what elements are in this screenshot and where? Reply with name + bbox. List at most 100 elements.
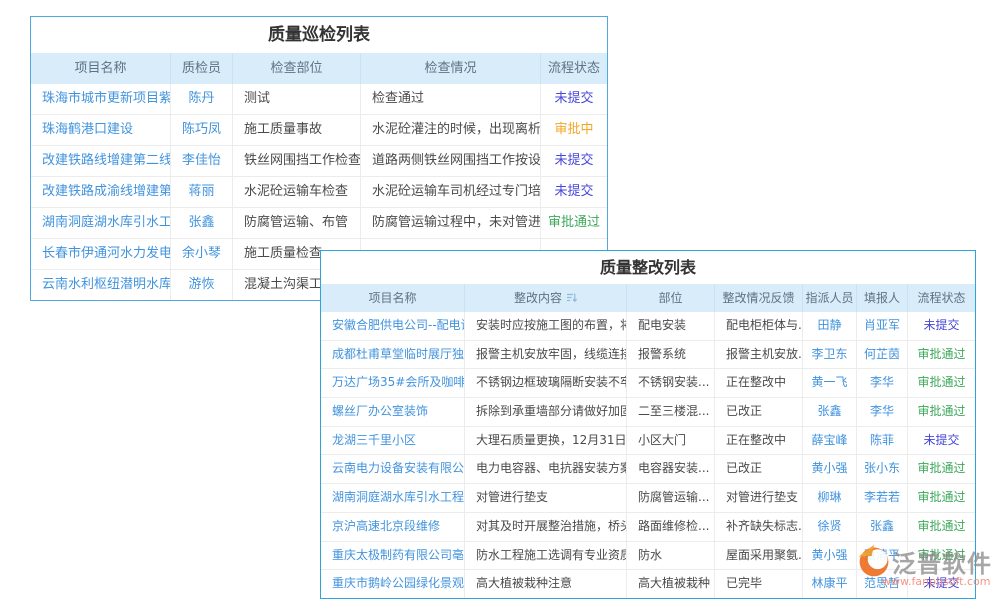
cell-project-name[interactable]: 安徽合肥供电公司--配电设备... [321,312,464,340]
table-row[interactable]: 安徽合肥供电公司--配电设备...安装时应按施工图的布置，将...配电安装配电柜… [321,312,975,341]
sort-icon[interactable] [566,285,577,312]
cell-assignee[interactable]: 柳琳 [802,484,856,512]
table-row[interactable]: 京沪高速北京段维修对其及时开展整治措施，桥头...路面维修检...补齐缺失标志.… [321,513,975,542]
cell-project-name[interactable]: 重庆太极制药有限公司亳州中... [321,542,464,570]
table-row[interactable]: 改建铁路线增建第二线...李佳怡铁丝网围挡工作检查道路两侧铁丝网围挡工作按设计.… [31,146,607,177]
inspection-table-title: 质量巡检列表 [31,17,607,53]
cell-inspector[interactable]: 陈巧凤 [170,115,232,145]
column-header-rectify-content: 整改内容 [464,284,626,312]
cell-reporter[interactable]: 张小东 [856,455,907,483]
cell-status: 审批通过 [907,484,975,512]
table-row[interactable]: 珠海鹤港口建设陈巧凤施工质量事故水泥砼灌注的时候，出现离析现象审批中 [31,115,607,146]
cell-reporter[interactable]: 范思哲 [856,570,907,598]
cell-reporter[interactable]: 肖亚军 [856,312,907,340]
cell-inspection-part: 测试 [232,84,360,114]
cell-project-name[interactable]: 改建铁路线增建第二线... [31,146,170,176]
cell-feedback: 对管进行垫支 [714,484,802,512]
table-row[interactable]: 珠海市城市更新项目紫...陈丹测试检查通过未提交 [31,84,607,115]
cell-status: 未提交 [907,427,975,455]
rectification-table-title: 质量整改列表 [321,251,975,284]
cell-inspector[interactable]: 余小琴 [170,239,232,269]
cell-assignee[interactable]: 李卫东 [802,341,856,369]
cell-inspection-part: 防腐管运输、布管 [232,208,360,238]
cell-reporter[interactable]: 张鑫 [856,513,907,541]
table-row[interactable]: 云南电力设备安装有限公司20...电力电容器、电抗器安装方案,...电容器安装.… [321,455,975,484]
cell-project-name[interactable]: 龙湖三千里小区 [321,427,464,455]
cell-status: 审批通过 [907,455,975,483]
cell-status: 未提交 [907,312,975,340]
cell-reporter[interactable]: 李若若 [856,484,907,512]
cell-reporter[interactable]: 李华 [856,398,907,426]
cell-status: 未提交 [907,570,975,598]
cell-reporter[interactable]: 陈菲 [856,427,907,455]
cell-assignee[interactable]: 黄一飞 [802,369,856,397]
cell-part: 防腐管运输... [626,484,714,512]
cell-feedback: 配电柜柜体与... [714,312,802,340]
cell-feedback: 已完毕 [714,570,802,598]
cell-inspection-detail: 水泥砼灌注的时候，出现离析现象 [360,115,540,145]
page: 质量巡检列表 项目名称质检员检查部位检查情况流程状态 珠海市城市更新项目紫...… [0,0,1000,600]
cell-inspection-detail: 水泥砼运输车司机经过专门培训... [360,177,540,207]
cell-part: 电容器安装... [626,455,714,483]
cell-inspector[interactable]: 蒋丽 [170,177,232,207]
cell-part: 防水 [626,542,714,570]
table-row[interactable]: 成都杜甫草堂临时展厅独立展...报警主机安放牢固，线缆连接...报警系统报警主机… [321,341,975,370]
cell-inspection-part: 铁丝网围挡工作检查 [232,146,360,176]
cell-project-name[interactable]: 珠海鹤港口建设 [31,115,170,145]
table-row[interactable]: 重庆市鹅岭公园绿化景观提升...高大植被栽种注意高大植被栽种已完毕林康平范思哲未… [321,570,975,598]
cell-reporter[interactable]: 李华 [856,369,907,397]
cell-project-name[interactable]: 重庆市鹅岭公园绿化景观提升... [321,570,464,598]
cell-rectify-content: 安装时应按施工图的布置，将... [464,312,626,340]
cell-assignee[interactable]: 徐贤 [802,513,856,541]
table-row[interactable]: 改建铁路成渝线增建第...蒋丽水泥砼运输车检查水泥砼运输车司机经过专门培训...… [31,177,607,208]
cell-project-name[interactable]: 湖南洞庭湖水库引水工... [31,208,170,238]
cell-assignee[interactable]: 田静 [802,312,856,340]
cell-status: 审批通过 [907,542,975,570]
column-header-inspector: 质检员 [170,53,232,84]
table-row[interactable]: 湖南洞庭湖水库引水工...张鑫防腐管运输、布管防腐管运输过程中，未对管进行...… [31,208,607,239]
cell-feedback: 屋面采用聚氨... [714,542,802,570]
cell-project-name[interactable]: 改建铁路成渝线增建第... [31,177,170,207]
inspection-table-header: 项目名称质检员检查部位检查情况流程状态 [31,53,607,84]
cell-rectify-content: 大理石质量更换，12月31日之... [464,427,626,455]
cell-inspection-detail: 检查通过 [360,84,540,114]
cell-rectify-content: 拆除到承重墙部分请做好加固... [464,398,626,426]
cell-reporter[interactable]: 何芷茵 [856,341,907,369]
cell-status: 审批通过 [907,398,975,426]
cell-status: 审批通过 [907,513,975,541]
table-row[interactable]: 螺丝厂办公室装饰拆除到承重墙部分请做好加固...二至三楼混...已改正张鑫李华审… [321,398,975,427]
cell-part: 路面维修检... [626,513,714,541]
table-row[interactable]: 万达广场35#会所及咖啡厅空...不锈钢边框玻璃隔断安装不牢...不锈钢安装..… [321,369,975,398]
cell-rectify-content: 对管进行垫支 [464,484,626,512]
cell-feedback: 正在整改中 [714,369,802,397]
cell-assignee[interactable]: 林康平 [802,570,856,598]
cell-project-name[interactable]: 成都杜甫草堂临时展厅独立展... [321,341,464,369]
cell-assignee[interactable]: 黄小强 [802,542,856,570]
cell-project-name[interactable]: 京沪高速北京段维修 [321,513,464,541]
cell-feedback: 正在整改中 [714,427,802,455]
cell-assignee[interactable]: 黄小强 [802,455,856,483]
table-row[interactable]: 重庆太极制药有限公司亳州中...防水工程施工选调有专业资质...防水屋面采用聚氨… [321,542,975,571]
cell-inspector[interactable]: 张鑫 [170,208,232,238]
cell-inspection-part: 施工质量事故 [232,115,360,145]
cell-project-name[interactable]: 湖南洞庭湖水库引水工程施工... [321,484,464,512]
cell-inspector[interactable]: 游恢 [170,270,232,300]
cell-inspector[interactable]: 李佳怡 [170,146,232,176]
cell-part: 报警系统 [626,341,714,369]
cell-rectify-content: 高大植被栽种注意 [464,570,626,598]
cell-assignee[interactable]: 张鑫 [802,398,856,426]
cell-project-name[interactable]: 云南电力设备安装有限公司20... [321,455,464,483]
column-header-part: 部位 [626,284,714,312]
rectification-table: 质量整改列表 项目名称整改内容部位整改情况反馈指派人员填报人流程状态 安徽合肥供… [320,250,976,599]
cell-assignee[interactable]: 薛宝峰 [802,427,856,455]
cell-project-name[interactable]: 长春市伊通河水力发电... [31,239,170,269]
cell-project-name[interactable]: 珠海市城市更新项目紫... [31,84,170,114]
cell-project-name[interactable]: 云南水利枢纽潜明水库... [31,270,170,300]
table-row[interactable]: 湖南洞庭湖水库引水工程施工...对管进行垫支防腐管运输...对管进行垫支柳琳李若… [321,484,975,513]
cell-reporter[interactable]: 董清平 [856,542,907,570]
cell-project-name[interactable]: 万达广场35#会所及咖啡厅空... [321,369,464,397]
cell-part: 不锈钢安装... [626,369,714,397]
cell-inspector[interactable]: 陈丹 [170,84,232,114]
table-row[interactable]: 龙湖三千里小区大理石质量更换，12月31日之...小区大门正在整改中薛宝峰陈菲未… [321,427,975,456]
cell-project-name[interactable]: 螺丝厂办公室装饰 [321,398,464,426]
